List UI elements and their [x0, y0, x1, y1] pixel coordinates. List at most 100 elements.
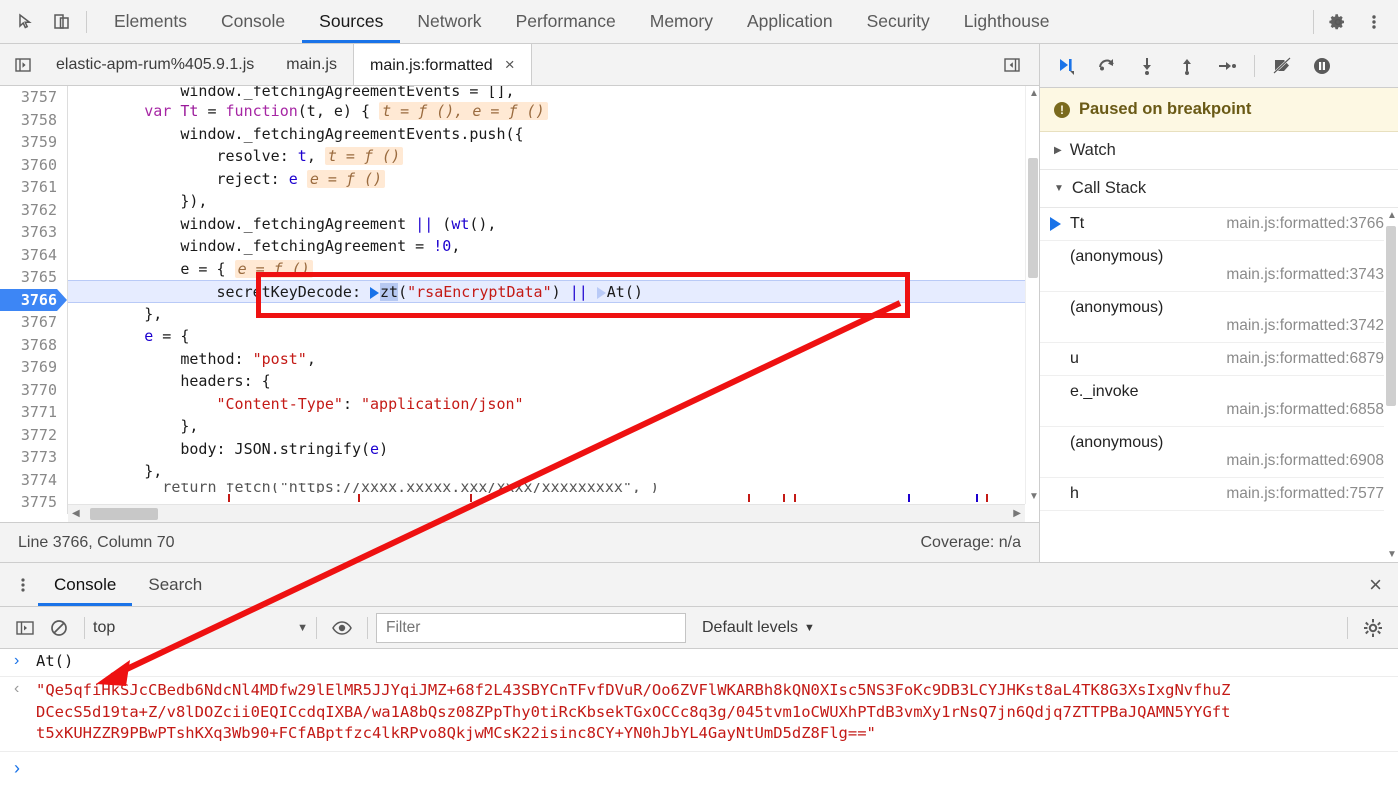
- call-stack-row[interactable]: h main.js:formatted:7577: [1040, 478, 1398, 511]
- line-number[interactable]: 3768: [0, 334, 57, 357]
- line-number[interactable]: 3764: [0, 244, 57, 267]
- step-icon[interactable]: [1210, 49, 1244, 83]
- frame-name: (anonymous): [1070, 248, 1164, 265]
- code-line-3761: reject: e e = ƒ (): [68, 168, 1039, 191]
- device-toolbar-icon[interactable]: [44, 4, 80, 40]
- code-editor[interactable]: 3757 3758 3759 3760 3761 3762 3763 3764 …: [0, 86, 1039, 522]
- console-output[interactable]: › At() ‹ "Qe5qfiHkSJcCBedb6NdcNl4MDfw29l…: [0, 649, 1398, 798]
- step-out-icon[interactable]: [1170, 49, 1204, 83]
- scrollbar-thumb-h[interactable]: [90, 507, 158, 520]
- code-content[interactable]: window._fetchingAgreementEvents = [], va…: [68, 86, 1039, 514]
- tab-sources[interactable]: Sources: [302, 0, 400, 43]
- line-number[interactable]: 3765: [0, 266, 57, 289]
- scroll-left-icon[interactable]: ◀: [72, 508, 80, 519]
- line-number[interactable]: 3769: [0, 356, 57, 379]
- tab-lighthouse[interactable]: Lighthouse: [947, 0, 1067, 43]
- close-icon[interactable]: ×: [1369, 572, 1398, 598]
- frame-name: h: [1070, 485, 1079, 502]
- editor-vertical-scrollbar[interactable]: ▲ ▼: [1025, 86, 1039, 504]
- filter-input[interactable]: [376, 612, 686, 643]
- pause-on-exceptions-icon[interactable]: [1305, 49, 1339, 83]
- tab-security[interactable]: Security: [850, 0, 947, 43]
- scroll-up-icon[interactable]: ▲: [1387, 210, 1397, 221]
- execution-context-selector[interactable]: top ▼: [93, 619, 308, 637]
- watch-section-header[interactable]: ▶ Watch: [1040, 132, 1398, 170]
- console-prompt[interactable]: ›: [0, 752, 1398, 779]
- editor-horizontal-scrollbar[interactable]: ◀ ▶: [68, 504, 1025, 522]
- call-stack-section-header[interactable]: ▼ Call Stack: [1040, 170, 1398, 208]
- code-text: window._fetchingAgreement =: [180, 237, 434, 255]
- drawer-tab-console[interactable]: Console: [38, 563, 132, 606]
- console-toolbar-divider-2: [316, 616, 317, 639]
- code-line-3774: },: [68, 460, 1039, 483]
- tab-network[interactable]: Network: [400, 0, 498, 43]
- resume-icon[interactable]: [1050, 49, 1084, 83]
- call-stack-row[interactable]: (anonymous) main.js:formatted:6908: [1040, 427, 1398, 478]
- live-expression-icon[interactable]: [325, 611, 359, 645]
- code-line-3767: },: [68, 303, 1039, 326]
- call-stack-scrollbar[interactable]: ▲ ▼: [1384, 208, 1398, 562]
- toolbar-divider: [86, 10, 87, 33]
- call-stack-row[interactable]: e._invoke main.js:formatted:6858: [1040, 376, 1398, 427]
- line-number[interactable]: 3762: [0, 199, 57, 222]
- line-number[interactable]: 3771: [0, 401, 57, 424]
- scroll-down-icon[interactable]: ▼: [1029, 491, 1039, 502]
- show-debugger-icon[interactable]: [995, 48, 1029, 82]
- code-string: "application/json": [361, 394, 524, 413]
- code-text: method:: [180, 349, 253, 368]
- line-number[interactable]: 3775: [0, 491, 57, 514]
- chevron-right-icon: ›: [14, 757, 20, 778]
- tab-console[interactable]: Console: [204, 0, 302, 43]
- scrollbar-thumb[interactable]: [1028, 158, 1038, 278]
- line-number[interactable]: 3763: [0, 221, 57, 244]
- line-number[interactable]: 3757: [0, 86, 57, 109]
- step-into-icon[interactable]: [1130, 49, 1164, 83]
- scroll-right-icon[interactable]: ▶: [1013, 508, 1021, 519]
- file-tab-main-js-formatted[interactable]: main.js:formatted ×: [352, 44, 532, 85]
- tab-performance[interactable]: Performance: [499, 0, 633, 43]
- debugger-pane: ! Paused on breakpoint ▶ Watch ▼ Call St…: [1040, 44, 1398, 562]
- log-levels-selector[interactable]: Default levels ▼: [702, 619, 815, 637]
- gear-icon[interactable]: [1320, 4, 1356, 40]
- line-number[interactable]: 3774: [0, 469, 57, 492]
- tab-elements[interactable]: Elements: [97, 0, 204, 43]
- line-number[interactable]: 3759: [0, 131, 57, 154]
- line-number[interactable]: 3773: [0, 446, 57, 469]
- close-icon[interactable]: ×: [505, 55, 515, 74]
- file-tab-elastic-apm-rum[interactable]: elastic-apm-rum%405.9.1.js: [40, 44, 270, 85]
- inline-value-hint: t = ƒ (), e = ƒ (): [379, 102, 548, 120]
- line-number[interactable]: 3770: [0, 379, 57, 402]
- console-sidebar-icon[interactable]: [8, 611, 42, 645]
- scroll-up-icon[interactable]: ▲: [1029, 88, 1039, 99]
- call-stack-label: Call Stack: [1071, 179, 1147, 197]
- kebab-menu-icon[interactable]: [8, 576, 38, 594]
- gear-icon[interactable]: [1356, 611, 1390, 645]
- call-stack-row[interactable]: (anonymous) main.js:formatted:3743: [1040, 241, 1398, 292]
- code-line-3773: body: JSON.stringify(e): [68, 438, 1039, 461]
- show-navigator-icon[interactable]: [6, 48, 40, 82]
- clear-console-icon[interactable]: [42, 611, 76, 645]
- drawer-tab-search[interactable]: Search: [132, 563, 218, 606]
- call-stack-row[interactable]: u main.js:formatted:6879: [1040, 343, 1398, 376]
- scroll-down-icon[interactable]: ▼: [1387, 549, 1397, 560]
- deactivate-breakpoints-icon[interactable]: [1265, 49, 1299, 83]
- code-op: ,: [306, 349, 316, 368]
- step-over-icon[interactable]: [1090, 49, 1124, 83]
- kebab-menu-icon[interactable]: [1356, 4, 1392, 40]
- line-number[interactable]: 3761: [0, 176, 57, 199]
- line-number[interactable]: 3758: [0, 109, 57, 132]
- call-stack-row[interactable]: Tt main.js:formatted:3766: [1040, 208, 1398, 241]
- code-line-3765: e = { e = ƒ (): [68, 258, 1039, 281]
- line-number[interactable]: 3760: [0, 154, 57, 177]
- code-text: (t, e) {: [297, 102, 380, 120]
- line-number-current[interactable]: 3766: [0, 288, 67, 311]
- tab-application[interactable]: Application: [730, 0, 850, 43]
- file-tab-main-js[interactable]: main.js: [270, 44, 353, 85]
- scrollbar-thumb[interactable]: [1386, 226, 1396, 406]
- inspect-element-icon[interactable]: [8, 4, 44, 40]
- tab-memory[interactable]: Memory: [633, 0, 730, 43]
- line-number[interactable]: 3772: [0, 424, 57, 447]
- line-number[interactable]: 3767: [0, 311, 57, 334]
- code-op: ,: [451, 237, 461, 255]
- call-stack-row[interactable]: (anonymous) main.js:formatted:3742: [1040, 292, 1398, 343]
